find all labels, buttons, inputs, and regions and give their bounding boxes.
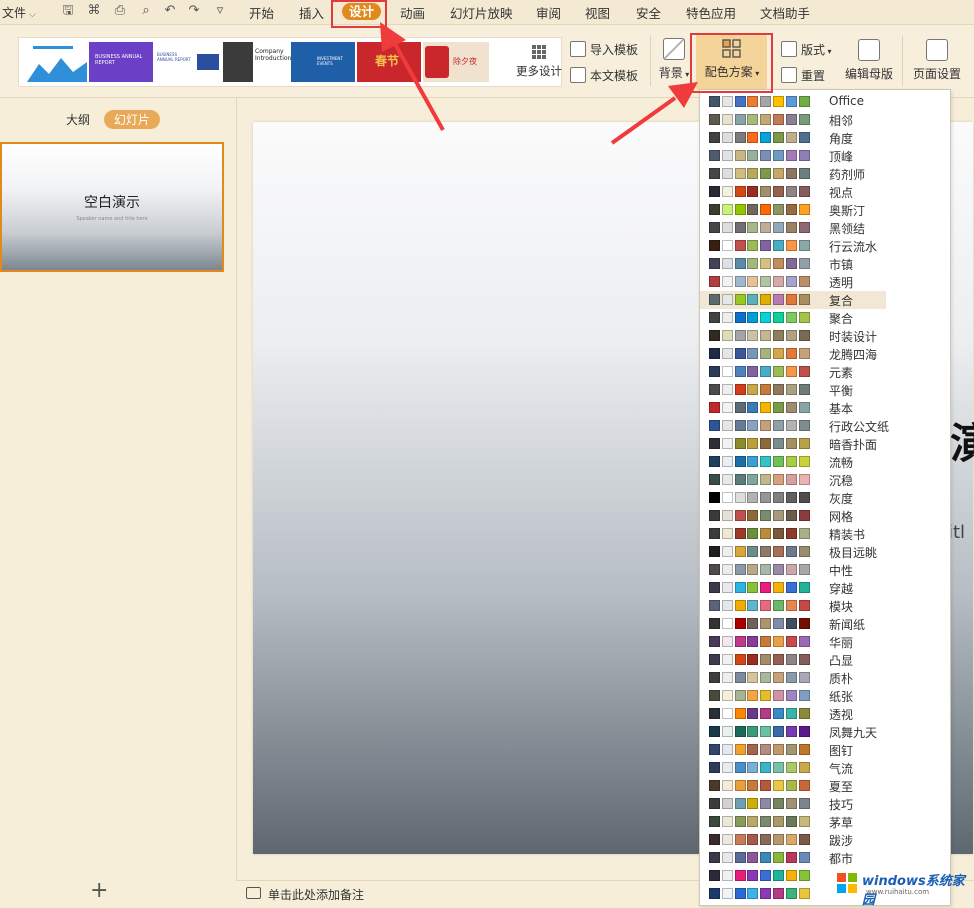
site-watermark: windows系统家园 www.ruihaitu.com [828,866,968,908]
watermark-url: www.ruihaitu.com [866,888,930,896]
windows-logo [837,873,857,893]
annotation-arrows [380,22,698,145]
